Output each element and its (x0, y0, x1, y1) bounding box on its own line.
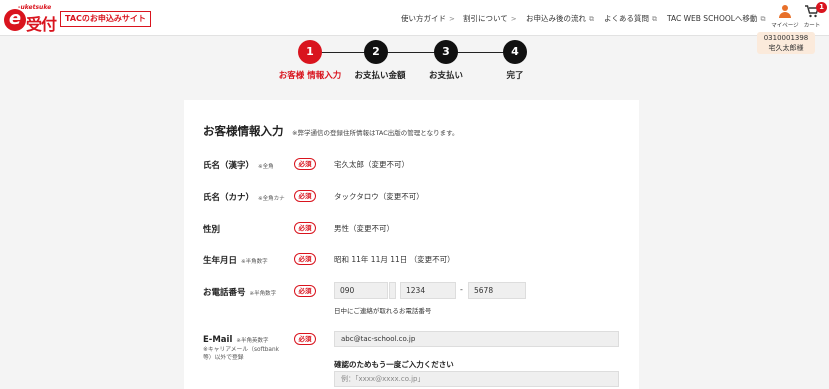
gender-label: 性別 (203, 223, 220, 235)
row-label-sub: ※半角数字 (241, 259, 268, 265)
name-kanji-label: 氏名（漢字） ※全角 (203, 159, 274, 171)
progress-stepper: 1 2 3 4 お客様 情報入力 お支払い金額 お支払い 完了 (0, 38, 829, 88)
phone-label: お電話番号 ※半角数字 (203, 286, 276, 298)
site-logo[interactable]: -uketsuke e 受付 (4, 4, 58, 34)
name-kana-value: タックタロウ（変更不可） (334, 192, 424, 201)
nav-label: 使い方ガイド (401, 14, 446, 23)
birthday-value: 昭和 11年 11月 11日 （変更不可） (334, 255, 455, 264)
row-label-text: 氏名（漢字） (203, 161, 255, 171)
name-kana-label: 氏名（カナ） ※全角カナ (203, 191, 285, 203)
step-1-label: お客様 情報入力 (278, 71, 342, 81)
required-badge: 必須 (294, 222, 316, 234)
row-label-sub: ※半角英数字 (236, 338, 269, 344)
mypage-label: マイページ (771, 23, 799, 29)
nav-after-application[interactable]: お申込み後の流れ ⧉ (526, 13, 594, 24)
phone-part3-input[interactable]: 5678 (468, 282, 526, 299)
step-4-circle: 4 (503, 40, 527, 64)
nav-usage-guide[interactable]: 使い方ガイド > (401, 13, 455, 24)
site-tag: TACのお申込みサイト (60, 11, 151, 27)
mypage-button[interactable]: マイページ (770, 5, 800, 29)
nav-faq[interactable]: よくある質問 ⧉ (604, 13, 657, 24)
stepper-line (310, 52, 516, 53)
logo-text: 受付 (26, 15, 57, 34)
step-2-circle: 2 (364, 40, 388, 64)
email-confirm-label: 確認のためもう一度ご入力ください (334, 360, 454, 369)
nav-label: お申込み後の流れ (526, 14, 586, 23)
step-3-circle: 3 (434, 40, 458, 64)
step-2-label: お支払い金額 (354, 71, 406, 81)
phone-spacer (389, 282, 396, 299)
row-label-text: 氏名（カナ） (203, 193, 255, 203)
nav-discounts[interactable]: 割引について > (463, 13, 517, 24)
site-header: -uketsuke e 受付 TACのお申込みサイト 使い方ガイド > 割引につい… (0, 0, 829, 36)
birthday-label: 生年月日 ※半角数字 (203, 254, 268, 266)
cart-label: カート (803, 23, 821, 29)
step-1-circle: 1 (298, 40, 322, 64)
phone-dash: - (460, 285, 463, 294)
required-badge: 必須 (294, 285, 316, 297)
row-label-text: E-Mail (203, 335, 233, 345)
cart-count-badge: 1 (816, 2, 827, 13)
row-label-text: お電話番号 (203, 288, 246, 298)
email-input[interactable]: abc@tac-school.co.jp (334, 331, 619, 347)
chevron-right-icon: > (510, 15, 517, 23)
row-label-text: 生年月日 (203, 256, 238, 266)
form-note: ※弊学通信の登録住所情報はTAC出版の管理となります。 (292, 129, 459, 137)
row-label-text: 性別 (203, 225, 221, 235)
required-badge: 必須 (294, 158, 316, 170)
external-link-icon: ⧉ (589, 15, 594, 23)
row-label-sub: ※全角カナ (258, 196, 285, 202)
gender-value: 男性（変更不可） (334, 224, 394, 233)
external-link-icon: ⧉ (652, 15, 657, 23)
logo-mark: e (4, 9, 26, 31)
step-4-label: 完了 (506, 71, 524, 81)
email-carrier-note: ※キャリアメール（softbank等）以外で登録 (203, 347, 279, 361)
logo-subtext: -uketsuke (18, 4, 52, 11)
nav-web-school[interactable]: TAC WEB SCHOOLへ移動 ⧉ (667, 13, 765, 24)
customer-info-form: お客様情報入力 ※弊学通信の登録住所情報はTAC出版の管理となります。 氏名（漢… (184, 100, 639, 389)
row-label-sub: ※半角数字 (249, 291, 277, 297)
email-confirm-input[interactable]: 例：「xxxx@xxxx.co.jp」 (334, 371, 619, 387)
name-kanji-value: 宅久太郎（変更不可） (334, 160, 409, 169)
phone-help-text: 日中にご連絡が取れるお電話番号 (334, 307, 432, 315)
required-badge: 必須 (294, 333, 316, 345)
nav-label: よくある質問 (604, 14, 649, 23)
chevron-right-icon: > (449, 15, 455, 23)
required-badge: 必須 (294, 253, 316, 265)
phone-part2-input[interactable]: 1234 (400, 282, 456, 299)
phone-part1-input[interactable]: 090 (334, 282, 388, 299)
email-label: E-Mail ※半角英数字 (203, 335, 268, 345)
form-title: お客様情報入力 (203, 124, 284, 138)
nav-label: TAC WEB SCHOOLへ移動 (667, 14, 758, 23)
required-badge: 必須 (294, 190, 316, 202)
nav-label: 割引について (463, 14, 508, 23)
external-link-icon: ⧉ (760, 15, 766, 23)
user-icon (778, 5, 792, 19)
step-3-label: お支払い (428, 71, 464, 81)
row-label-sub: ※全角 (258, 164, 274, 170)
